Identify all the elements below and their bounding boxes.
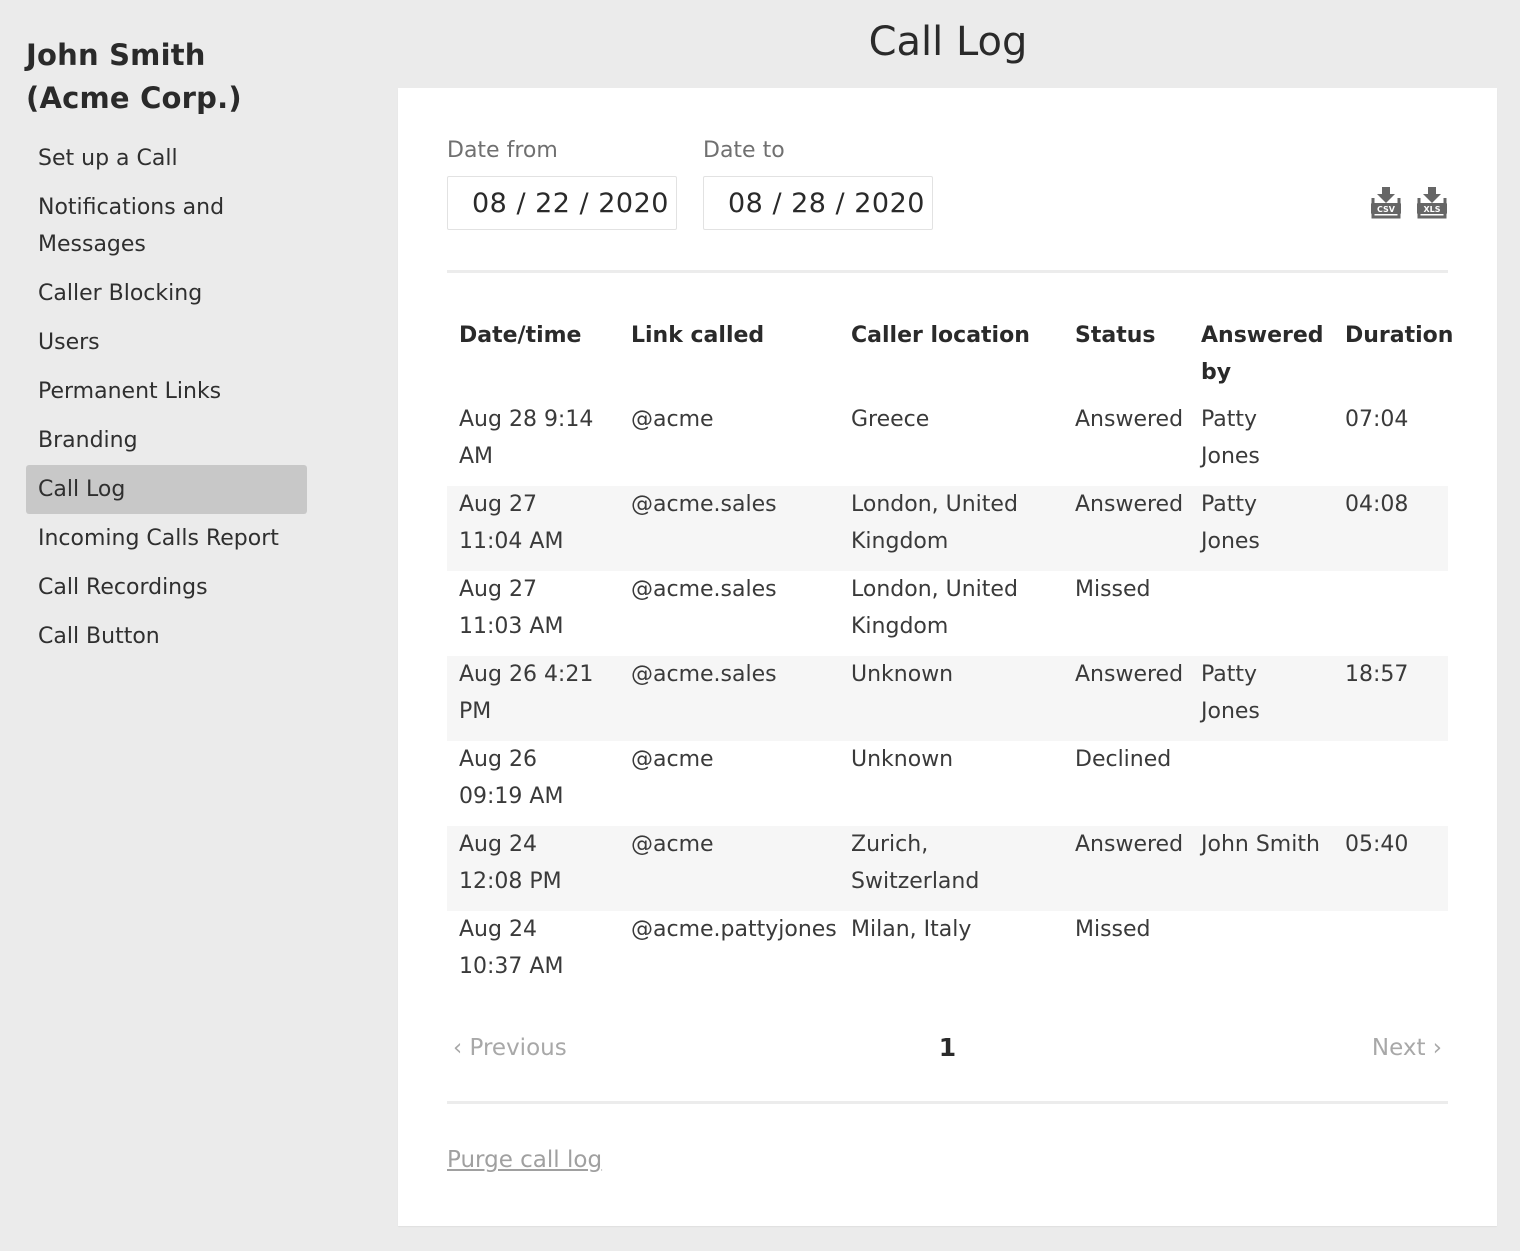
cell-caller-location: Greece bbox=[851, 407, 930, 432]
cell-caller-location: London, United Kingdom bbox=[851, 492, 1018, 554]
sidebar-item-call-button[interactable]: Call Button bbox=[26, 612, 307, 661]
current-page-number: 1 bbox=[938, 1033, 957, 1062]
account-name: John Smith (Acme Corp.) bbox=[26, 38, 242, 115]
cell-link-called: @acme bbox=[631, 407, 714, 432]
cell-duration: 07:04 bbox=[1345, 407, 1409, 432]
cell-status: Answered bbox=[1075, 407, 1184, 432]
cell-status: Answered bbox=[1075, 662, 1184, 687]
column-header-status[interactable]: Status bbox=[1063, 303, 1189, 401]
date-from-label: Date from bbox=[447, 138, 558, 163]
pagination-divider bbox=[447, 1101, 1448, 1104]
date-from-field: Date from bbox=[447, 136, 677, 230]
filters-divider bbox=[447, 270, 1448, 273]
column-header-answered-by[interactable]: Answered by bbox=[1189, 303, 1333, 401]
table-row: Aug 26 09:19 AM @acme Unknown Declined bbox=[447, 741, 1448, 826]
table-row: Aug 24 12:08 PM @acme Zurich, Switzerlan… bbox=[447, 826, 1448, 911]
column-header-datetime[interactable]: Date/time bbox=[447, 303, 619, 401]
cell-datetime: Aug 26 09:19 AM bbox=[459, 747, 564, 809]
cell-link-called: @acme bbox=[631, 832, 714, 857]
cell-answered-by: Patty Jones bbox=[1201, 407, 1260, 469]
cell-duration bbox=[1333, 571, 1448, 656]
pagination: ‹ Previous 1 Next › bbox=[447, 1028, 1448, 1068]
download-xls-icon[interactable]: XLS bbox=[1416, 186, 1448, 220]
table-row: Aug 27 11:03 AM @acme.sales London, Unit… bbox=[447, 571, 1448, 656]
table-row: Aug 27 11:04 AM @acme.sales London, Unit… bbox=[447, 486, 1448, 571]
sidebar-item-call-recordings[interactable]: Call Recordings bbox=[26, 563, 307, 612]
date-to-field: Date to bbox=[703, 136, 933, 230]
sidebar-item-incoming-calls-report[interactable]: Incoming Calls Report bbox=[26, 514, 307, 563]
page-title: Call Log bbox=[868, 19, 1028, 65]
cell-caller-location: Unknown bbox=[851, 747, 954, 772]
date-to-input[interactable] bbox=[703, 176, 933, 230]
sidebar-item-notifications-and-messages[interactable]: Notifications and Messages bbox=[26, 183, 307, 269]
date-from-input[interactable] bbox=[447, 176, 677, 230]
csv-label: CSV bbox=[1377, 205, 1396, 214]
cell-answered-by: Patty Jones bbox=[1201, 492, 1260, 554]
cell-status: Declined bbox=[1075, 747, 1172, 772]
cell-duration bbox=[1333, 911, 1448, 996]
date-to-label: Date to bbox=[703, 138, 785, 163]
cell-link-called: @acme bbox=[631, 747, 714, 772]
cell-caller-location: Zurich, Switzerland bbox=[851, 832, 980, 894]
table-row: Aug 26 4:21 PM @acme.sales Unknown Answe… bbox=[447, 656, 1448, 741]
table-row: Aug 28 9:14 AM @acme Greece Answered Pat… bbox=[447, 401, 1448, 486]
sidebar-item-set-up-a-call[interactable]: Set up a Call bbox=[26, 134, 307, 183]
cell-answered-by bbox=[1189, 571, 1333, 656]
cell-link-called: @acme.sales bbox=[631, 492, 777, 517]
sidebar-item-caller-blocking[interactable]: Caller Blocking bbox=[26, 269, 307, 318]
column-header-caller-location[interactable]: Caller location bbox=[839, 303, 1063, 401]
sidebar-item-branding[interactable]: Branding bbox=[26, 416, 307, 465]
cell-answered-by bbox=[1189, 741, 1333, 826]
cell-answered-by bbox=[1189, 911, 1333, 996]
column-header-link-called[interactable]: Link called bbox=[619, 303, 839, 401]
sidebar-item-users[interactable]: Users bbox=[26, 318, 307, 367]
download-csv-icon[interactable]: CSV bbox=[1370, 186, 1402, 220]
next-page-link[interactable]: Next › bbox=[1372, 1028, 1442, 1068]
cell-datetime: Aug 27 11:04 AM bbox=[459, 492, 564, 554]
table-row: Aug 24 10:37 AM @acme.pattyjones Milan, … bbox=[447, 911, 1448, 996]
cell-caller-location: Milan, Italy bbox=[851, 917, 972, 942]
call-log-panel: Date from Date to CSV XLS bbox=[398, 88, 1497, 1226]
cell-caller-location: Unknown bbox=[851, 662, 954, 687]
cell-status: Missed bbox=[1075, 577, 1151, 602]
date-filters: Date from Date to CSV XLS bbox=[447, 136, 1448, 272]
cell-duration bbox=[1333, 741, 1448, 826]
sidebar-item-call-log[interactable]: Call Log bbox=[26, 465, 307, 514]
sidebar-item-permanent-links[interactable]: Permanent Links bbox=[26, 367, 307, 416]
purge-call-log-link[interactable]: Purge call log bbox=[447, 1145, 602, 1175]
cell-status: Answered bbox=[1075, 492, 1184, 517]
cell-datetime: Aug 26 4:21 PM bbox=[459, 662, 594, 724]
cell-datetime: Aug 28 9:14 AM bbox=[459, 407, 594, 469]
table-header-row: Date/time Link called Caller location St… bbox=[447, 303, 1453, 401]
cell-duration: 18:57 bbox=[1345, 662, 1409, 687]
cell-duration: 05:40 bbox=[1345, 832, 1409, 857]
sidebar: John Smith (Acme Corp.) Set up a Call No… bbox=[26, 34, 307, 661]
export-buttons: CSV XLS bbox=[1370, 186, 1448, 220]
cell-datetime: Aug 24 12:08 PM bbox=[459, 832, 562, 894]
xls-label: XLS bbox=[1423, 205, 1440, 214]
cell-datetime: Aug 24 10:37 AM bbox=[459, 917, 564, 979]
cell-status: Answered bbox=[1075, 832, 1184, 857]
cell-answered-by: Patty Jones bbox=[1201, 662, 1260, 724]
call-log-table: Date/time Link called Caller location St… bbox=[447, 303, 1453, 996]
cell-link-called: @acme.pattyjones bbox=[631, 917, 837, 942]
cell-duration: 04:08 bbox=[1345, 492, 1409, 517]
cell-status: Missed bbox=[1075, 917, 1151, 942]
cell-answered-by: John Smith bbox=[1201, 832, 1320, 857]
cell-link-called: @acme.sales bbox=[631, 662, 777, 687]
cell-link-called: @acme.sales bbox=[631, 577, 777, 602]
column-header-duration[interactable]: Duration bbox=[1333, 303, 1453, 401]
cell-caller-location: London, United Kingdom bbox=[851, 577, 1018, 639]
cell-datetime: Aug 27 11:03 AM bbox=[459, 577, 564, 639]
sidebar-nav: Set up a Call Notifications and Messages… bbox=[26, 134, 307, 661]
